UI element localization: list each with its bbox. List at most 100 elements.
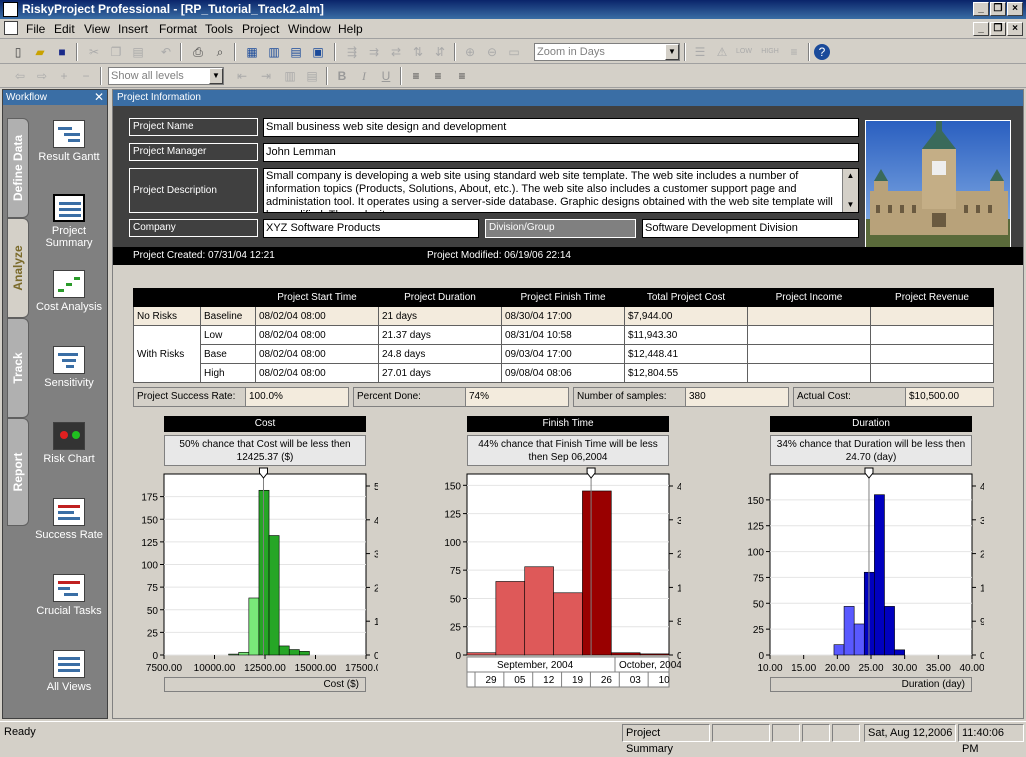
chevron-down-icon[interactable]: ▼ [209, 68, 223, 84]
open-icon[interactable]: ▰ [32, 44, 48, 60]
outdent-icon[interactable]: ⇥ [258, 68, 274, 84]
close-icon[interactable]: × [1007, 2, 1023, 16]
zoom-in-icon[interactable]: ⊕ [462, 44, 478, 60]
workflow-project-summary[interactable]: Project Summary [33, 194, 105, 249]
project-description-field[interactable]: Small company is developing a web site u… [263, 168, 859, 213]
project-name-field[interactable]: Small business web site design and devel… [263, 118, 859, 137]
revenue-cell [870, 325, 994, 345]
project-manager-field[interactable]: John Lemman [263, 143, 859, 162]
scroll-up-icon[interactable]: ▲ [843, 169, 858, 183]
close-icon[interactable]: ✕ [94, 90, 104, 105]
sheet-view-icon[interactable]: ▤ [288, 44, 304, 60]
success-rate-icon [53, 498, 85, 526]
y2-tick-label: 8% [677, 617, 681, 628]
unlink-tasks-icon[interactable]: ⇉ [366, 44, 382, 60]
doc-minimize-icon[interactable]: _ [973, 22, 989, 36]
gantt-view-icon[interactable]: ▦ [244, 44, 260, 60]
underline-icon[interactable]: U [378, 68, 394, 84]
plus-icon[interactable]: + [56, 68, 72, 84]
workflow-crucial-tasks[interactable]: Crucial Tasks [33, 574, 105, 617]
minimize-icon[interactable]: _ [973, 2, 989, 16]
paste-icon[interactable]: ▤ [130, 44, 146, 60]
zoom-out-icon[interactable]: ⊖ [484, 44, 500, 60]
split-task-icon[interactable]: ⇄ [388, 44, 404, 60]
chevron-down-icon[interactable]: ▼ [665, 44, 679, 60]
high-icon[interactable]: HIGH [760, 44, 780, 60]
align-center-icon[interactable]: ≡ [430, 68, 446, 84]
restore-icon[interactable]: ❐ [990, 2, 1006, 16]
workflow-sensitivity[interactable]: Sensitivity [33, 346, 105, 389]
bold-icon[interactable]: B [334, 68, 350, 84]
save-icon[interactable]: ■ [54, 44, 70, 60]
copy-icon[interactable]: ❐ [108, 44, 124, 60]
simulate-icon[interactable]: ≡ [786, 44, 802, 60]
tab-track[interactable]: Track [7, 318, 29, 418]
workflow-all-views[interactable]: All Views [33, 650, 105, 693]
app-icon[interactable] [3, 2, 18, 17]
print-icon[interactable]: ⎙ [190, 44, 206, 60]
undo-icon[interactable]: ↶ [158, 44, 174, 60]
project-manager-label: Project Manager [129, 143, 258, 161]
tab-report[interactable]: Report [7, 418, 29, 526]
y-tick-label: 50 [450, 594, 462, 605]
cost-chart-note: 50% chance that Cost will be less then 1… [164, 435, 366, 466]
minus-icon[interactable]: − [78, 68, 94, 84]
workflow-result-gantt[interactable]: Result Gantt [33, 120, 105, 163]
actual-cost-box: Actual Cost: $10,500.00 [793, 387, 994, 407]
menu-help[interactable]: Help [338, 22, 363, 36]
table-view-icon[interactable]: ▥ [266, 44, 282, 60]
workflow-cost-analysis[interactable]: Cost Analysis [33, 270, 105, 313]
case-cell: Baseline [200, 306, 256, 326]
notes-icon[interactable]: ⇵ [432, 44, 448, 60]
rows-icon[interactable]: ▤ [304, 68, 320, 84]
company-field[interactable]: XYZ Software Products [263, 219, 479, 238]
menu-format[interactable]: Format [159, 22, 197, 36]
columns-icon[interactable]: ▥ [282, 68, 298, 84]
new-icon[interactable]: ▯ [10, 44, 26, 60]
print-preview-icon[interactable]: ⌕ [212, 44, 228, 60]
month-label: October, 2004 [619, 660, 681, 671]
outline-icon[interactable]: ☰ [692, 44, 708, 60]
align-right-icon[interactable]: ≡ [454, 68, 470, 84]
workflow-risk-chart[interactable]: Risk Chart [33, 422, 105, 465]
zoom-combo[interactable]: Zoom in Days ▼ [534, 43, 680, 61]
levels-combo[interactable]: Show all levels ▼ [108, 67, 224, 85]
menu-project[interactable]: Project [242, 22, 279, 36]
scroll-down-icon[interactable]: ▼ [843, 198, 858, 212]
menu-file[interactable]: File [26, 22, 45, 36]
link-tasks-icon[interactable]: ⇶ [344, 44, 360, 60]
tab-define-data[interactable]: Define Data [7, 118, 29, 218]
finish-cell: 08/30/04 17:00 [501, 306, 625, 326]
arrow-left-icon[interactable]: ⇦ [12, 68, 28, 84]
table-row[interactable]: No Risks Baseline 08/02/04 08:00 21 days… [133, 306, 994, 326]
menu-tools[interactable]: Tools [205, 22, 233, 36]
low-icon[interactable]: LOW [736, 44, 752, 60]
x-tick-label: 15.00 [791, 663, 816, 674]
help-icon[interactable]: ? [814, 44, 830, 60]
tab-analyze[interactable]: Analyze [7, 218, 29, 318]
calendar-view-icon[interactable]: ▣ [310, 44, 326, 60]
table-row[interactable]: Base 08/02/04 08:00 24.8 days 09/03/04 1… [134, 344, 994, 364]
risk-icon[interactable]: ⚠ [714, 44, 730, 60]
menu-edit[interactable]: Edit [54, 22, 75, 36]
indent-icon[interactable]: ⇤ [234, 68, 250, 84]
workflow-success-rate[interactable]: Success Rate [33, 498, 105, 541]
cut-icon[interactable]: ✂ [86, 44, 102, 60]
goto-task-icon[interactable]: ▭ [506, 44, 522, 60]
menu-window[interactable]: Window [288, 22, 331, 36]
table-row[interactable]: High 08/02/04 08:00 27.01 days 09/08/04 … [134, 363, 994, 383]
doc-restore-icon[interactable]: ❐ [990, 22, 1006, 36]
menu-insert[interactable]: Insert [118, 22, 148, 36]
description-scrollbar[interactable]: ▲ ▼ [842, 169, 858, 212]
arrow-right-icon[interactable]: ⇨ [34, 68, 50, 84]
italic-icon[interactable]: I [356, 68, 372, 84]
doc-icon[interactable] [4, 21, 18, 35]
align-left-icon[interactable]: ≡ [408, 68, 424, 84]
table-row[interactable]: With Risks Low 08/02/04 08:00 21.37 days… [133, 325, 994, 383]
doc-close-icon[interactable]: × [1007, 22, 1023, 36]
task-info-icon[interactable]: ⇅ [410, 44, 426, 60]
menu-view[interactable]: View [84, 22, 110, 36]
division-field[interactable]: Software Development Division [642, 219, 859, 238]
duration-cell: 21.37 days [378, 325, 502, 345]
gantt-icon [53, 120, 85, 148]
